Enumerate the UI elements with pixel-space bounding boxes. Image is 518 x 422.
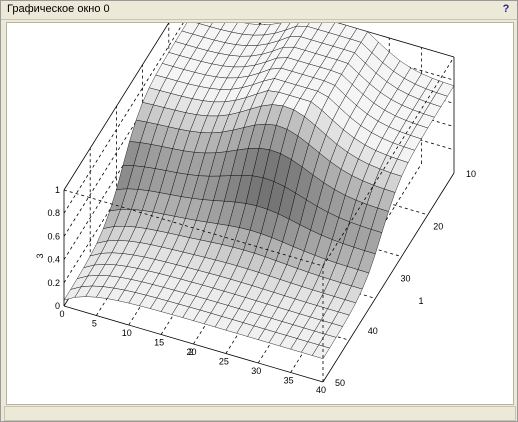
- x-tick-label: 15: [154, 338, 164, 348]
- x-axis-label: 2: [188, 347, 193, 357]
- x-tick-label: 5: [92, 319, 97, 329]
- y-tick-label: 40: [368, 326, 378, 336]
- plot-canvas[interactable]: 0 0.2 0.4 0.6 0.8 1 0 5 10 15 20 25 30 35 40 10 20 30 40 50…: [6, 0, 514, 405]
- graphic-window: Графическое окно 0 ? 0 0.2 0.4 0.6 0.8 1 0 5 10 1…: [0, 0, 518, 422]
- x-tick-label: 35: [284, 376, 294, 386]
- x-tick-label: 40: [316, 385, 326, 395]
- y-axis-label: 1: [418, 296, 423, 306]
- z-tick-label: 0.4: [47, 255, 60, 265]
- z-tick-label: 0.8: [47, 208, 60, 218]
- y-tick-label: 10: [466, 169, 476, 179]
- z-tick-label: 0.2: [47, 278, 60, 288]
- x-tick-label: 30: [251, 366, 261, 376]
- window-title: Графическое окно 0: [7, 3, 110, 15]
- x-tick-label: 25: [219, 357, 229, 367]
- surface-plot: 00.20.40.60.8105101520253035401020304050…: [35, 0, 476, 395]
- x-tick-label: 10: [122, 328, 132, 338]
- y-tick-label: 50: [335, 378, 345, 388]
- help-button[interactable]: ?: [499, 2, 513, 17]
- surface-mesh: [63, 9, 455, 359]
- y-tick-label: 20: [433, 221, 443, 231]
- x-tick-label: 0: [59, 309, 64, 319]
- z-tick-label: 1: [55, 185, 60, 195]
- z-axis-label: 3: [35, 253, 45, 258]
- z-tick-label: 0.6: [47, 231, 60, 241]
- y-tick-label: 30: [401, 274, 411, 284]
- status-bar: [4, 406, 516, 421]
- title-bar: Графическое окно 0 ?: [1, 1, 517, 20]
